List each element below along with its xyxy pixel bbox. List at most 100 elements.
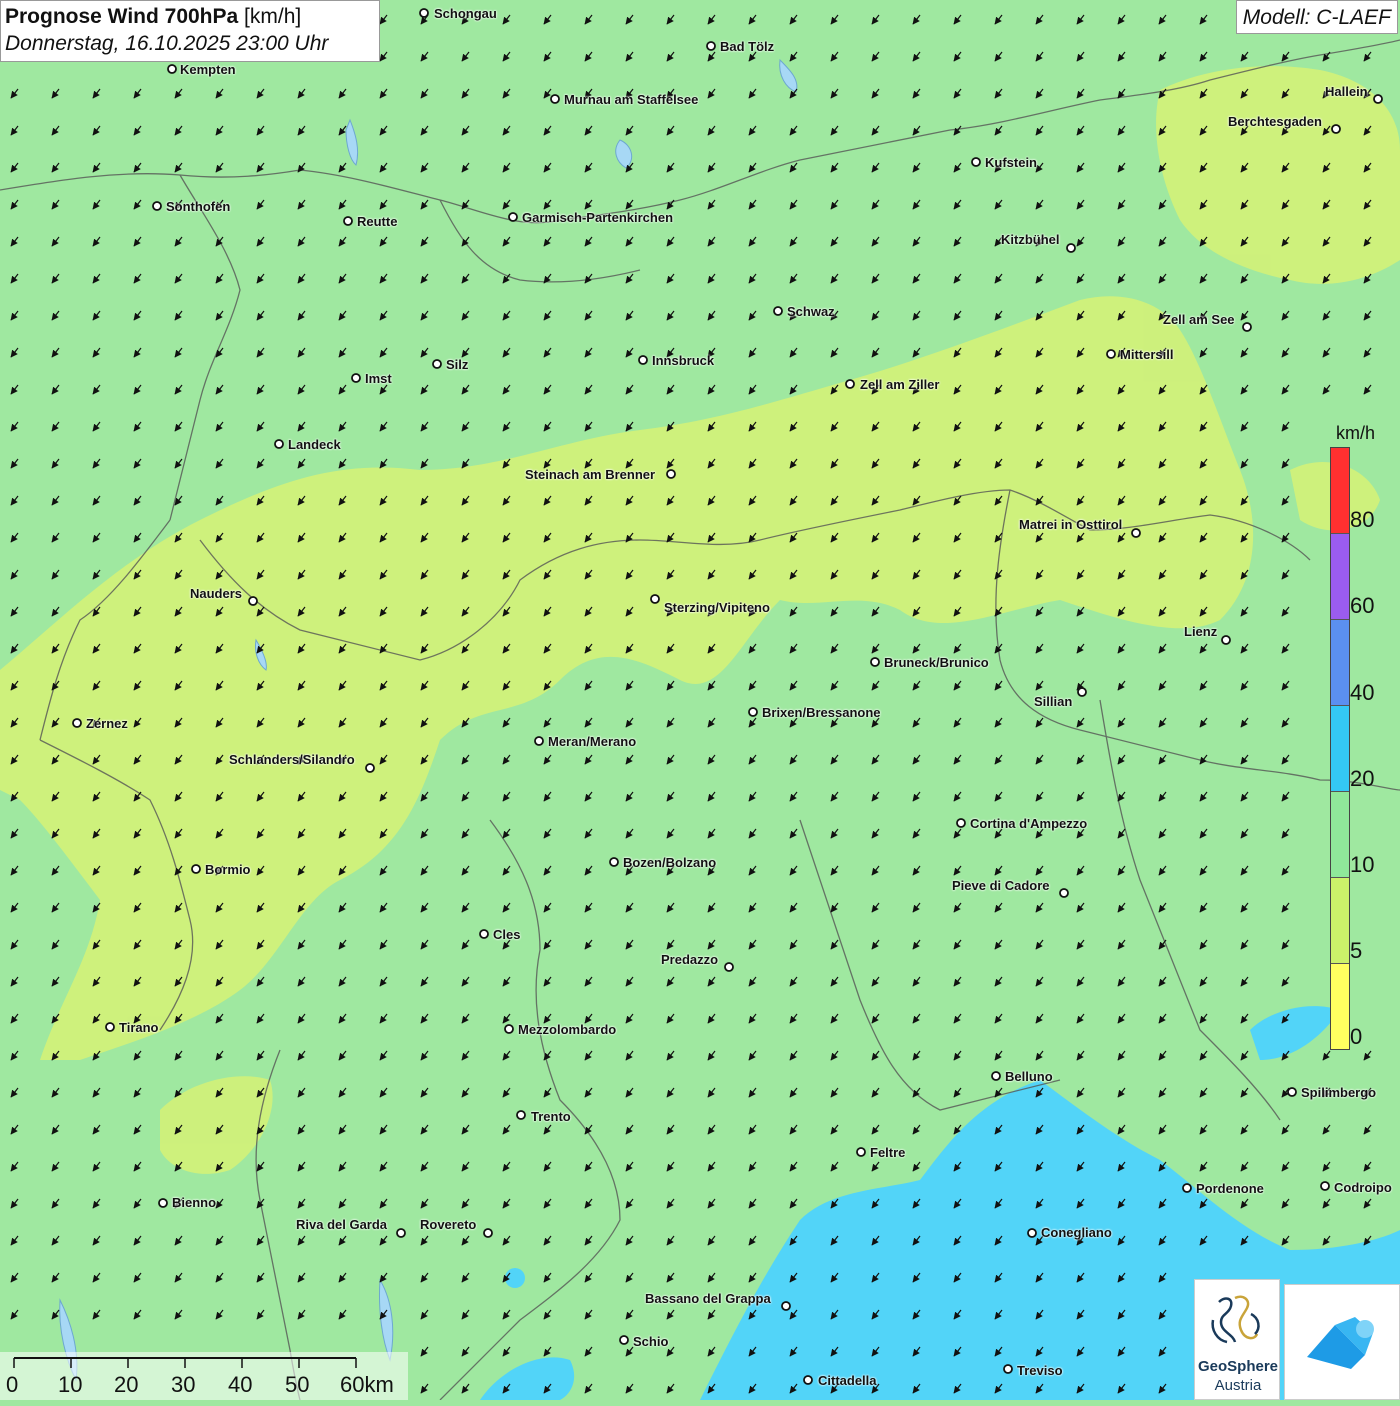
map-unit: [km/h] bbox=[244, 5, 302, 28]
city-label: Schwaz bbox=[787, 304, 835, 319]
city-marker-icon bbox=[1221, 635, 1231, 645]
city-marker-icon bbox=[483, 1228, 493, 1238]
city-marker-icon bbox=[1131, 528, 1141, 538]
city-label: Bruneck/Brunico bbox=[884, 655, 989, 670]
city-marker-icon bbox=[1106, 349, 1116, 359]
legend-tick-label: 20 bbox=[1350, 766, 1375, 791]
city-label: Cortina d'Ampezzo bbox=[970, 816, 1088, 831]
city-marker-icon bbox=[550, 94, 560, 104]
city-marker-icon bbox=[1059, 888, 1069, 898]
legend-tick-label: 0 bbox=[1350, 1024, 1363, 1049]
city-marker-icon bbox=[1182, 1183, 1192, 1193]
city-marker-icon bbox=[609, 857, 619, 867]
city-label: Sonthofen bbox=[166, 199, 231, 214]
city-marker-icon bbox=[1066, 243, 1076, 253]
legend-tick-label: 80 bbox=[1350, 507, 1375, 532]
city-marker-icon bbox=[803, 1375, 813, 1385]
city-label: Murnau am Staffelsee bbox=[564, 92, 699, 107]
city-label: Zell am Ziller bbox=[860, 377, 940, 392]
city-label: Schio bbox=[633, 1334, 669, 1349]
scale-label: 20 bbox=[114, 1372, 139, 1397]
geosphere-logo-line2: Austria bbox=[1214, 1377, 1262, 1394]
city-marker-icon bbox=[1027, 1228, 1037, 1238]
city-label: Hallein bbox=[1325, 84, 1368, 99]
map-title-box: Prognose Wind 700hPa [km/h] Donnerstag, … bbox=[0, 0, 380, 62]
city-marker-icon bbox=[845, 379, 855, 389]
city-label: Imst bbox=[365, 371, 392, 386]
city-label: Kufstein bbox=[985, 155, 1037, 170]
scale-label: 0 bbox=[6, 1372, 19, 1397]
city-marker-icon bbox=[956, 818, 966, 828]
warning-app-logo bbox=[1284, 1284, 1400, 1400]
geosphere-logo-line1: GeoSphere bbox=[1197, 1358, 1279, 1375]
city-marker-icon bbox=[158, 1198, 168, 1208]
city-label: Nauders bbox=[190, 586, 243, 601]
city-marker-icon bbox=[343, 216, 353, 226]
geosphere-emblem-icon bbox=[1211, 1295, 1260, 1344]
city-label: Belluno bbox=[1005, 1069, 1053, 1084]
city-label: Zernez bbox=[86, 716, 128, 731]
city-label: Zell am See bbox=[1163, 312, 1235, 327]
city-marker-icon bbox=[781, 1301, 791, 1311]
city-label: Landeck bbox=[288, 437, 341, 452]
city-label: Lienz bbox=[1184, 624, 1218, 639]
city-marker-icon bbox=[432, 359, 442, 369]
city-marker-icon bbox=[856, 1147, 866, 1157]
legend-swatch bbox=[1331, 878, 1349, 964]
forecast-datetime: Donnerstag, 16.10.2025 23:00 Uhr bbox=[5, 32, 329, 55]
city-label: Riva del Garda bbox=[296, 1217, 388, 1232]
city-marker-icon bbox=[724, 962, 734, 972]
city-marker-icon bbox=[619, 1335, 629, 1345]
legend-tick-label: 5 bbox=[1350, 938, 1363, 963]
city-label: Spilimbergo bbox=[1301, 1085, 1377, 1100]
city-marker-icon bbox=[479, 929, 489, 939]
city-marker-icon bbox=[991, 1071, 1001, 1081]
map-title: Prognose Wind 700hPa bbox=[5, 5, 239, 28]
city-marker-icon bbox=[396, 1228, 406, 1238]
city-label: Bormio bbox=[205, 862, 251, 877]
city-label: Bassano del Grappa bbox=[645, 1291, 771, 1306]
city-marker-icon bbox=[508, 212, 518, 222]
city-marker-icon bbox=[706, 41, 716, 51]
city-marker-icon bbox=[365, 763, 375, 773]
city-marker-icon bbox=[1003, 1364, 1013, 1374]
city-label: Bad Tölz bbox=[720, 39, 775, 54]
legend-color-bar bbox=[1330, 447, 1350, 1050]
city-label: Sillian bbox=[1034, 694, 1073, 709]
city-label: Mezzolombardo bbox=[518, 1022, 617, 1037]
model-label: Modell: C-LAEF bbox=[1235, 0, 1398, 34]
city-label: Predazzo bbox=[661, 952, 719, 967]
scale-label: 10 bbox=[58, 1372, 83, 1397]
city-label: Silz bbox=[446, 357, 469, 372]
city-label: Kempten bbox=[180, 62, 236, 77]
city-label: Codroipo bbox=[1334, 1180, 1392, 1195]
legend-tick-label: 60 bbox=[1350, 593, 1375, 618]
city-marker-icon bbox=[72, 718, 82, 728]
city-marker-icon bbox=[152, 201, 162, 211]
city-marker-icon bbox=[1373, 94, 1383, 104]
geosphere-logo: GeoSphere Austria bbox=[1194, 1279, 1280, 1400]
city-label: Pordenone bbox=[1196, 1181, 1264, 1196]
city-marker-icon bbox=[274, 439, 284, 449]
warning-app-icon bbox=[1307, 1317, 1374, 1369]
city-marker-icon bbox=[870, 657, 880, 667]
scale-label: 40 bbox=[228, 1372, 253, 1397]
scale-label: 60km bbox=[340, 1372, 394, 1397]
city-marker-icon bbox=[666, 469, 676, 479]
legend-unit: km/h bbox=[1336, 423, 1376, 443]
city-label: Meran/Merano bbox=[548, 734, 637, 749]
city-marker-icon bbox=[351, 373, 361, 383]
city-label: Kitzbühel bbox=[1001, 232, 1060, 247]
legend-swatch bbox=[1331, 792, 1349, 878]
city-label: Sterzing/Vipiteno bbox=[664, 600, 770, 615]
city-label: Pieve di Cadore bbox=[952, 878, 1050, 893]
city-label: Conegliano bbox=[1041, 1225, 1112, 1240]
city-label: Brixen/Bressanone bbox=[762, 705, 881, 720]
legend-tick-label: 40 bbox=[1350, 680, 1375, 705]
city-marker-icon bbox=[504, 1024, 514, 1034]
legend-swatch bbox=[1331, 964, 1349, 1049]
city-marker-icon bbox=[650, 594, 660, 604]
legend-swatch bbox=[1331, 620, 1349, 706]
city-marker-icon bbox=[105, 1022, 115, 1032]
city-marker-icon bbox=[1077, 687, 1087, 697]
